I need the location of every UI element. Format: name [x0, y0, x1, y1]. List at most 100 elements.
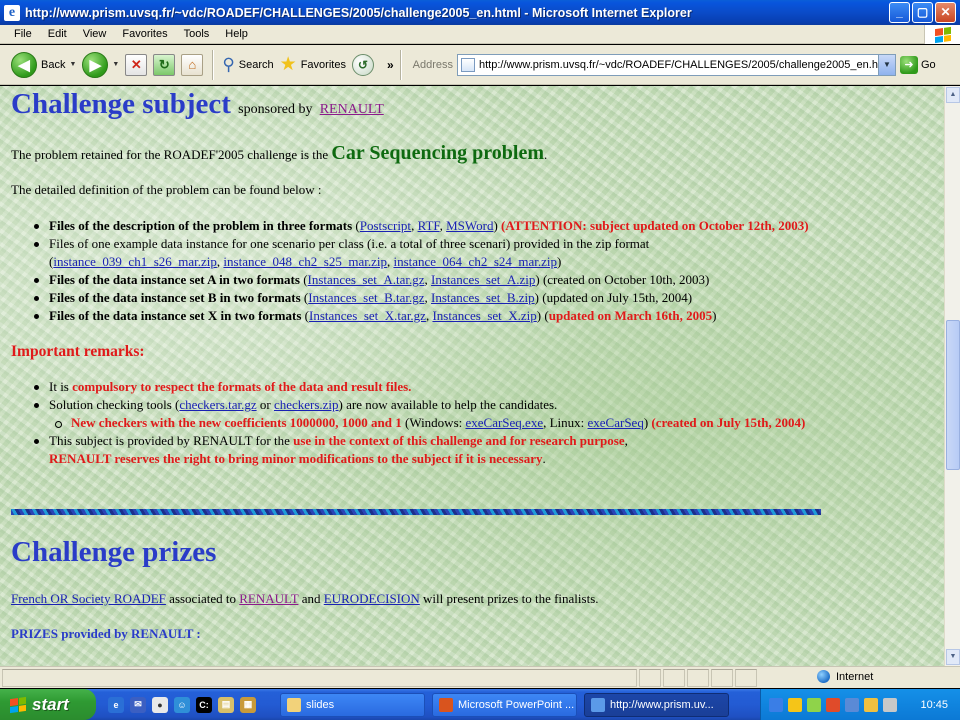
address-dropdown-icon[interactable]: ▼	[879, 53, 896, 76]
stop-button[interactable]: ✕	[122, 48, 150, 82]
home-button[interactable]: ⌂	[178, 48, 206, 82]
execarseq-exe-link[interactable]: exeCarSeq.exe	[465, 415, 543, 430]
refresh-button[interactable]: ↻	[150, 48, 178, 82]
updated-note: (updated on July 15th, 2004)	[542, 290, 693, 305]
postscript-link[interactable]: Postscript	[360, 218, 411, 233]
roadef-link[interactable]: French OR Society ROADEF	[11, 591, 166, 606]
item-label: Files of the data instance set A in two …	[49, 272, 300, 287]
execarseq-link[interactable]: exeCarSeq	[588, 415, 644, 430]
intro-period: .	[544, 147, 548, 162]
set-a-tar-link[interactable]: Instances_set_A.tar.gz	[308, 272, 425, 287]
menu-help[interactable]: Help	[217, 28, 256, 40]
list-item: Files of the data instance set B in two …	[33, 289, 809, 307]
volume-icon[interactable]	[883, 697, 897, 712]
section-divider	[11, 509, 821, 515]
messenger-icon[interactable]: ☺	[174, 696, 190, 713]
search-button[interactable]: ⚲ Search	[219, 48, 276, 82]
list-item-continuation: RENAULT reserves the right to bring mino…	[49, 451, 546, 466]
heading-text: Challenge subject	[11, 88, 231, 120]
ie-quicklaunch-icon[interactable]: e	[108, 696, 124, 713]
menu-tools[interactable]: Tools	[176, 28, 218, 40]
maximize-button[interactable]: ▢	[912, 2, 933, 23]
outlook-quicklaunch-icon[interactable]: ✉	[130, 696, 146, 713]
address-field[interactable]: http://www.prism.uvsq.fr/~vdc/ROADEF/CHA…	[457, 53, 879, 76]
renault-link[interactable]: RENAULT	[320, 102, 384, 117]
associated-text: associated to	[169, 591, 236, 606]
media-player-icon[interactable]: ●	[152, 696, 168, 713]
bluetooth-icon[interactable]	[845, 697, 859, 712]
scroll-down-icon[interactable]: ▼	[946, 649, 960, 665]
folder-quicklaunch-icon[interactable]: ▤	[218, 696, 234, 713]
prizes-paragraph: French OR Society ROADEF associated to R…	[11, 591, 599, 607]
menu-favorites[interactable]: Favorites	[114, 28, 175, 40]
sponsored-by-text: sponsored by	[238, 102, 313, 117]
task-powerpoint[interactable]: Microsoft PowerPoint ...	[432, 693, 577, 717]
status-cell	[711, 668, 733, 687]
renault-prizes-link[interactable]: RENAULT	[239, 591, 298, 606]
menu-view[interactable]: View	[75, 28, 115, 40]
list-item-continuation: (instance_039_ch1_s26_mar.zip, instance_…	[49, 254, 562, 269]
close-button[interactable]: ✕	[935, 2, 956, 23]
task-label: Microsoft PowerPoint ...	[458, 699, 575, 711]
remark-text: ) are now available to help the candidat…	[338, 397, 558, 412]
toolbar-chevron[interactable]: »	[387, 58, 394, 72]
forward-button[interactable]: ▶ ▼	[79, 48, 122, 82]
back-dropdown-icon[interactable]: ▼	[69, 61, 76, 68]
attention-note: (ATTENTION: subject updated on October 1…	[501, 218, 809, 233]
network-icon[interactable]	[807, 697, 821, 712]
history-button[interactable]: ↺	[349, 48, 377, 82]
set-x-tar-link[interactable]: Instances_set_X.tar.gz	[309, 308, 426, 323]
set-b-zip-link[interactable]: Instances_set_B.zip	[431, 290, 535, 305]
explorer-quicklaunch-icon[interactable]: ▦	[240, 696, 256, 713]
back-button[interactable]: ◀ Back ▼	[8, 48, 79, 82]
history-icon: ↺	[351, 53, 374, 76]
page-content: Challenge subject sponsored by RENAULT T…	[0, 86, 944, 666]
instance-064-link[interactable]: instance_064_ch2_s24_mar.zip	[393, 254, 557, 269]
task-slides[interactable]: slides	[280, 693, 425, 717]
toolbar-separator-2	[399, 49, 401, 80]
updated-note-red: updated on March 16th, 2005	[548, 308, 713, 323]
challenge-prizes-heading: Challenge prizes	[11, 536, 217, 568]
minimize-button[interactable]: _	[889, 2, 910, 23]
task-internet-explorer[interactable]: http://www.prism.uv...	[584, 693, 729, 717]
list-item: It is compulsory to respect the formats …	[33, 378, 805, 396]
item-label: Files of the description of the problem …	[49, 218, 353, 233]
new-checkers-text: New checkers with the new coefficients 1…	[71, 415, 402, 430]
tray-chevron-icon[interactable]	[769, 697, 783, 712]
forward-dropdown-icon[interactable]: ▼	[112, 61, 119, 68]
toolbar: ◀ Back ▼ ▶ ▼ ✕ ↻ ⌂ ⚲ Search ★ Favorites …	[0, 45, 960, 85]
menu-edit[interactable]: Edit	[40, 28, 75, 40]
antivirus-icon[interactable]	[826, 697, 840, 712]
msword-link[interactable]: MSWord	[446, 218, 493, 233]
set-b-tar-link[interactable]: Instances_set_B.tar.gz	[308, 290, 424, 305]
address-value: http://www.prism.uvsq.fr/~vdc/ROADEF/CHA…	[479, 58, 879, 71]
scroll-up-icon[interactable]: ▲	[946, 87, 960, 103]
taskbar: start e ✉ ● ☺ C: ▤ ▦ slides Microsoft Po…	[0, 689, 960, 720]
definition-paragraph: The detailed definition of the problem c…	[11, 182, 322, 197]
status-cell	[735, 668, 757, 687]
command-prompt-icon[interactable]: C:	[196, 696, 212, 713]
menu-file[interactable]: File	[6, 28, 40, 40]
eurodecision-link[interactable]: EURODECISION	[324, 591, 420, 606]
search-label: Search	[238, 58, 274, 71]
instance-048-link[interactable]: instance_048_ch2_s25_mar.zip	[223, 254, 387, 269]
go-button[interactable]: ➜ Go	[900, 55, 936, 74]
or-text: or	[259, 397, 271, 412]
rtf-link[interactable]: RTF	[418, 218, 440, 233]
favorites-button[interactable]: ★ Favorites	[277, 48, 349, 82]
alert-icon[interactable]	[864, 697, 878, 712]
vertical-scrollbar[interactable]: ▲ ▼	[944, 86, 960, 666]
list-item: Solution checking tools (checkers.tar.gz…	[33, 396, 805, 414]
powerpoint-icon	[439, 698, 453, 712]
windows-text: (Windows:	[404, 415, 463, 430]
set-a-zip-link[interactable]: Instances_set_A.zip	[431, 272, 535, 287]
checkers-tar-link[interactable]: checkers.tar.gz	[179, 397, 256, 412]
scroll-thumb[interactable]	[946, 320, 960, 470]
checkers-zip-link[interactable]: checkers.zip	[274, 397, 339, 412]
created-note: (created on October 10th, 2003)	[542, 272, 710, 287]
set-x-zip-link[interactable]: Instances_set_X.zip	[432, 308, 536, 323]
menu-bar: File Edit View Favorites Tools Help	[0, 25, 960, 44]
start-button[interactable]: start	[0, 689, 96, 720]
shield-icon[interactable]	[788, 697, 802, 712]
instance-039-link[interactable]: instance_039_ch1_s26_mar.zip	[53, 254, 217, 269]
